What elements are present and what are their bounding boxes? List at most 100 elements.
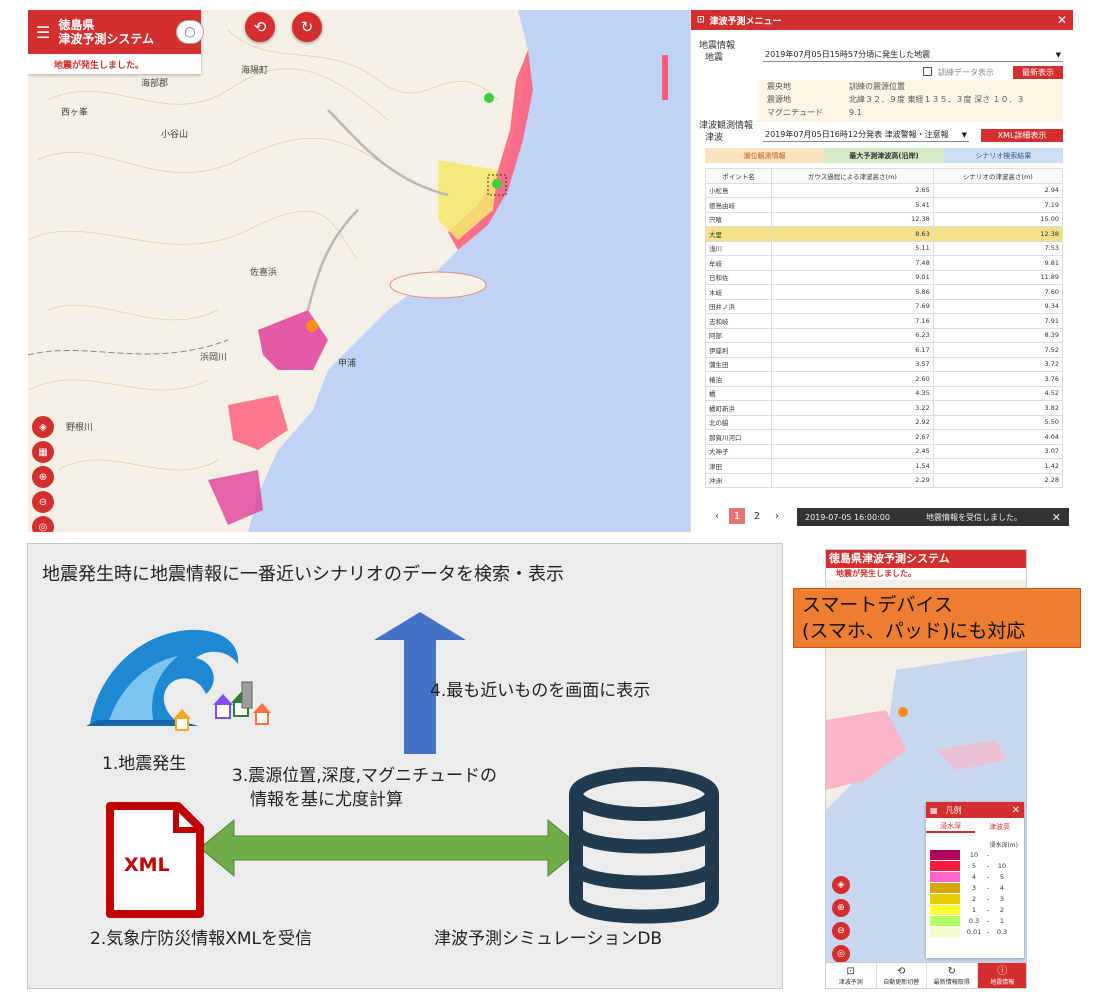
legend-rows: 10-5-10 4-5 3-4 2-3 1-2 0.3-1 0.01-0.3 bbox=[926, 849, 1024, 937]
tab-scenario-results[interactable]: シナリオ検索結果 bbox=[943, 148, 1063, 163]
quake-row-key: 震源地 bbox=[767, 95, 791, 104]
refresh-button[interactable]: ↻ bbox=[292, 12, 322, 42]
table-row[interactable]: 田井ノ浜 7.69 9.34 bbox=[705, 298, 1064, 314]
zoom-out-button[interactable]: ⊖ bbox=[32, 491, 54, 513]
legend-max: 2 bbox=[999, 905, 1005, 914]
fetch-latest-button[interactable]: ↻ 最新情報取得 bbox=[927, 963, 978, 988]
layers-button[interactable]: ◈ bbox=[832, 876, 850, 894]
legend-min: 1 bbox=[971, 905, 977, 914]
point-name: 宍喰 bbox=[705, 211, 772, 227]
prev-page-button[interactable]: ‹ bbox=[709, 508, 725, 524]
phone-bottom-bar: ⊡ 津波予測 ⟲ 自動更新切替 ↻ 最新情報取得 ⓘ 地震情報 bbox=[826, 962, 1026, 988]
point-name: 蒲生田 bbox=[705, 356, 772, 372]
table-row[interactable]: 徳島由岐 5.41 7.19 bbox=[705, 197, 1064, 213]
map-label: 海部郡 bbox=[141, 79, 169, 89]
legend-swatch bbox=[930, 860, 960, 871]
gp-height: 2.60 bbox=[771, 371, 934, 387]
table-row[interactable]: 那賀川河口 2.67 4.04 bbox=[705, 429, 1064, 445]
table-row[interactable]: 浅川 5.11 7.53 bbox=[705, 240, 1064, 256]
legend-max: 4 bbox=[999, 883, 1005, 892]
zoom-out-button[interactable]: ⊖ bbox=[832, 922, 850, 940]
point-name: 木岐 bbox=[705, 284, 772, 300]
scenario-height: 15.00 bbox=[932, 211, 1064, 227]
table-row[interactable]: 北の脇 2.92 5.50 bbox=[705, 414, 1064, 430]
latest-button[interactable]: 最新表示 bbox=[1013, 66, 1063, 79]
table-row[interactable]: 牟岐 7.48 9.81 bbox=[705, 255, 1064, 271]
legend-dash: - bbox=[986, 927, 990, 936]
legend-max: 5 bbox=[999, 872, 1005, 881]
table-row[interactable]: 大里 8.63 12.38 bbox=[705, 226, 1064, 242]
auto-update-toggle-button[interactable]: ⟲ 自動更新切替 bbox=[877, 963, 927, 988]
tsunami-forecast-button[interactable]: ⊡ 津波予測 bbox=[826, 963, 877, 988]
table-row[interactable]: 大神子 2.45 3.07 bbox=[705, 443, 1064, 459]
next-page-button[interactable]: › bbox=[769, 508, 785, 524]
page-2-button[interactable]: 2 bbox=[749, 508, 765, 524]
table-row[interactable]: 椿泊 2.60 3.76 bbox=[705, 371, 1064, 387]
table-row[interactable]: 木岐 5.86 7.60 bbox=[705, 284, 1064, 300]
table-row[interactable]: 日和佐 9.01 11.89 bbox=[705, 269, 1064, 285]
map-label: 西ヶ峯 bbox=[61, 108, 89, 118]
tab-tsunami-height[interactable]: 津波高 bbox=[975, 822, 1024, 832]
close-icon[interactable]: ✕ bbox=[1052, 511, 1061, 524]
tab-inundation-depth[interactable]: 浸水深 bbox=[926, 821, 975, 833]
legend-max: 1 bbox=[999, 916, 1005, 925]
locate-button[interactable]: ◎ bbox=[832, 945, 850, 963]
legend-row: 2-3 bbox=[926, 893, 1024, 904]
legend-swatch bbox=[930, 893, 960, 904]
legend-button[interactable]: ▦ bbox=[32, 441, 54, 463]
toggle-switch[interactable]: ◯ bbox=[176, 20, 204, 44]
training-checkbox[interactable] bbox=[923, 67, 932, 76]
grid-icon: ▦ bbox=[38, 446, 48, 458]
earthquake-info-button[interactable]: ⓘ 地震情報 bbox=[977, 963, 1026, 988]
table-row[interactable]: 橘町新浜 3.22 3.82 bbox=[705, 400, 1064, 416]
map-label: 甲浦 bbox=[338, 359, 357, 369]
table-row[interactable]: 津田 1.54 1.42 bbox=[705, 458, 1064, 474]
zoom-in-icon: ⊕ bbox=[837, 903, 845, 913]
point-name: 北の脇 bbox=[705, 414, 772, 430]
table-row[interactable]: 小松島 2.65 2.94 bbox=[705, 182, 1064, 198]
locate-button[interactable]: ◎ bbox=[32, 516, 54, 532]
column-header: ポイント名 bbox=[705, 168, 772, 184]
point-name: 那賀川河口 bbox=[705, 429, 772, 445]
table-row[interactable]: 橘 4.35 4.52 bbox=[705, 385, 1064, 401]
step-3-line1: 3.震源位置,深度,マグニチュードの bbox=[232, 766, 498, 786]
table-row[interactable]: 伊座利 6.17 7.52 bbox=[705, 342, 1064, 358]
map-view[interactable]: ☰ 徳島県 津波予測システム 地震が発生しました。 ◯ ⟲ ↻ 海陽町 海部郡 … bbox=[28, 10, 693, 532]
quake-row-key: 震央地 bbox=[767, 82, 791, 91]
scenario-height: 4.04 bbox=[932, 429, 1064, 445]
table-row[interactable]: 志和岐 7.16 7.91 bbox=[705, 313, 1064, 329]
tsunami-select[interactable]: 2019年07月05日16時12分発表 津波警報・注意報 ▼ bbox=[763, 128, 969, 142]
zoom-in-button[interactable]: ⊕ bbox=[32, 466, 54, 488]
legend-min: 3 bbox=[971, 883, 977, 892]
legend-min: 4 bbox=[971, 872, 977, 881]
point-name: 浅川 bbox=[705, 240, 772, 256]
tab-tide-observation[interactable]: 潮位観測情報 bbox=[705, 148, 825, 163]
table-row[interactable]: 宍喰 12.38 15.00 bbox=[705, 211, 1064, 227]
double-arrow bbox=[199, 818, 583, 878]
table-row[interactable]: 蒲生田 3.57 3.72 bbox=[705, 356, 1064, 372]
point-name: 橘 bbox=[705, 385, 772, 401]
close-icon[interactable]: ✕ bbox=[1057, 13, 1067, 27]
point-name: 伊座利 bbox=[705, 342, 772, 358]
gp-height: 2.65 bbox=[771, 182, 934, 198]
xml-detail-button[interactable]: XML詳細表示 bbox=[981, 129, 1063, 142]
table-row[interactable]: 阿部 6.23 8.39 bbox=[705, 327, 1064, 343]
point-name: 津田 bbox=[705, 458, 772, 474]
menu-icon[interactable]: ☰ bbox=[36, 23, 50, 42]
quake-select[interactable]: 2019年07月05日15時57分頃に発生した地震 ▼ bbox=[763, 48, 1063, 62]
table-row[interactable]: 沖洲 2.29 2.28 bbox=[705, 472, 1064, 488]
legend-dash: - bbox=[986, 872, 990, 881]
scenario-height: 5.50 bbox=[932, 414, 1064, 430]
page-1-button[interactable]: 1 bbox=[729, 508, 745, 524]
legend-swatch bbox=[930, 904, 960, 915]
legend-unit: 浸水深(m) bbox=[989, 842, 1018, 849]
scenario-height: 7.52 bbox=[932, 342, 1064, 358]
layers-button[interactable]: ◈ bbox=[32, 416, 54, 438]
zoom-in-button[interactable]: ⊕ bbox=[832, 899, 850, 917]
auto-update-button[interactable]: ⟲ bbox=[245, 12, 275, 42]
pagination: ‹ 1 2 › bbox=[707, 508, 787, 524]
close-icon[interactable]: ✕ bbox=[1012, 805, 1020, 816]
toast-time: 2019-07-05 16:00:00 bbox=[805, 512, 890, 522]
map-canvas[interactable] bbox=[28, 10, 693, 532]
tab-max-tsunami[interactable]: 最大予測津波高(沿岸) bbox=[824, 148, 944, 163]
